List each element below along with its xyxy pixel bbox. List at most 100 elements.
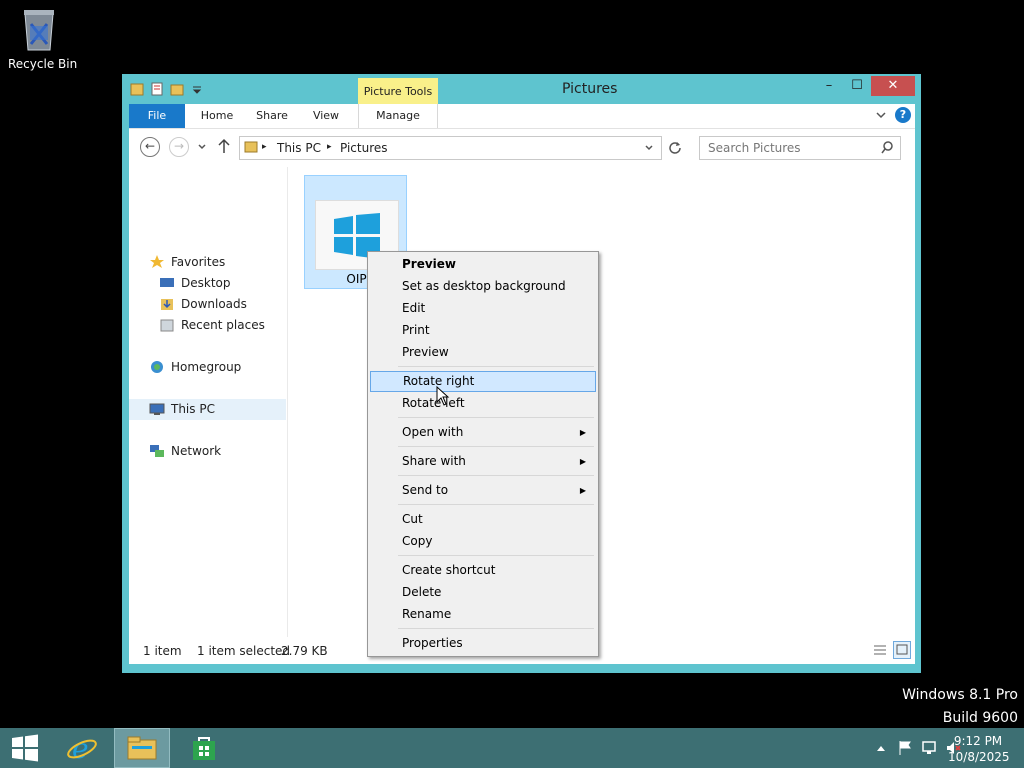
large-icons-view-icon[interactable] xyxy=(893,641,911,659)
menu-item-properties[interactable]: Properties xyxy=(370,633,596,654)
search-placeholder: Search Pictures xyxy=(708,141,801,155)
recent-places-icon xyxy=(160,319,174,332)
menu-item-rotate-right[interactable]: Rotate right xyxy=(370,371,596,392)
menu-item-set-desktop-background[interactable]: Set as desktop background xyxy=(370,276,596,297)
title-bar[interactable]: Picture Tools Pictures – ☐ ✕ xyxy=(122,74,921,106)
window-title: Pictures xyxy=(562,81,618,97)
homegroup-icon xyxy=(151,361,163,373)
tab-home[interactable]: Home xyxy=(193,104,241,128)
menu-item-open-with-label: Open with xyxy=(402,425,464,439)
taskbar-internet-explorer[interactable]: e xyxy=(54,728,110,768)
menu-item-cut[interactable]: Cut xyxy=(370,509,596,530)
star-icon xyxy=(150,255,164,268)
menu-item-preview[interactable]: Preview xyxy=(370,342,596,363)
network-icon xyxy=(150,445,164,457)
menu-item-print[interactable]: Print xyxy=(370,320,596,341)
search-input[interactable]: Search Pictures xyxy=(699,136,901,160)
nav-this-pc[interactable]: This PC xyxy=(149,399,215,419)
details-view-icon[interactable] xyxy=(871,641,889,659)
store-icon xyxy=(193,737,215,760)
item-count: 1 item xyxy=(143,644,182,658)
file-explorer-icon xyxy=(127,736,157,760)
menu-item-rotate-left[interactable]: Rotate left xyxy=(370,393,596,414)
computer-icon xyxy=(149,403,165,415)
menu-item-send-to[interactable]: Send to ▶ xyxy=(370,480,596,501)
pictures-folder-icon xyxy=(244,141,258,153)
qat-dropdown-icon[interactable] xyxy=(190,81,204,97)
taskbar-store[interactable] xyxy=(176,728,232,768)
clock-date: 10/8/2025 xyxy=(948,750,1010,764)
breadcrumb-separator: ▸ xyxy=(262,142,267,152)
menu-item-preview-default[interactable]: Preview xyxy=(370,254,596,275)
start-button[interactable] xyxy=(0,728,50,768)
breadcrumb-pictures[interactable]: Pictures xyxy=(340,141,388,155)
minimize-button[interactable]: – xyxy=(815,76,843,96)
help-icon[interactable]: ? xyxy=(895,107,911,123)
nav-favorites-label: Favorites xyxy=(171,255,226,269)
nav-homegroup-label: Homegroup xyxy=(171,360,242,374)
recent-locations-icon[interactable] xyxy=(197,143,207,151)
address-dropdown-icon[interactable] xyxy=(644,144,654,152)
selection-size: 2.79 KB xyxy=(281,644,328,658)
nav-homegroup[interactable]: Homegroup xyxy=(149,357,241,377)
folder-app-icon[interactable] xyxy=(130,81,144,97)
menu-separator xyxy=(398,628,594,629)
tab-file[interactable]: File xyxy=(129,104,185,128)
menu-item-send-to-label: Send to xyxy=(402,483,449,497)
clock-time: 9:12 PM xyxy=(953,734,1003,748)
menu-item-open-with[interactable]: Open with ▶ xyxy=(370,422,596,443)
tab-view[interactable]: View xyxy=(305,104,347,128)
menu-item-delete[interactable]: Delete xyxy=(370,582,596,603)
menu-separator xyxy=(398,417,594,418)
back-button[interactable]: ← xyxy=(140,137,160,157)
close-button[interactable]: ✕ xyxy=(871,76,915,96)
tab-manage[interactable]: Manage xyxy=(358,104,438,128)
taskbar: e 9:12 PM 10/8/2025 xyxy=(0,728,1024,768)
menu-separator xyxy=(398,366,594,367)
menu-item-edit[interactable]: Edit xyxy=(370,298,596,319)
recycle-bin-shortcut[interactable]: Recycle Bin xyxy=(8,6,78,71)
nav-desktop[interactable]: Desktop xyxy=(159,273,231,293)
new-folder-icon[interactable] xyxy=(170,81,184,97)
submenu-arrow-icon: ▶ xyxy=(579,457,586,466)
taskbar-file-explorer[interactable] xyxy=(114,728,170,768)
system-tray: 9:12 PM 10/8/2025 xyxy=(824,728,1024,768)
submenu-arrow-icon: ▶ xyxy=(579,486,586,495)
breadcrumb-separator: ▸ xyxy=(327,142,332,152)
nav-downloads[interactable]: Downloads xyxy=(159,294,247,314)
address-input[interactable]: ▸ This PC ▸ Pictures xyxy=(239,136,662,160)
picture-tools-tab-group: Picture Tools xyxy=(358,78,438,106)
recycle-bin-icon xyxy=(24,10,54,51)
action-center-flag-icon[interactable] xyxy=(898,740,912,756)
menu-separator xyxy=(398,475,594,476)
quick-access-toolbar xyxy=(130,81,204,97)
svg-text:e: e xyxy=(72,732,89,764)
context-menu: Preview Set as desktop background Edit P… xyxy=(367,251,599,657)
menu-item-create-shortcut[interactable]: Create shortcut xyxy=(370,560,596,581)
tab-share[interactable]: Share xyxy=(249,104,295,128)
menu-item-copy[interactable]: Copy xyxy=(370,531,596,552)
refresh-icon[interactable] xyxy=(668,140,682,154)
address-bar-row: ← → ▸ This PC ▸ Pictures Search Pictures xyxy=(129,128,915,167)
nav-network[interactable]: Network xyxy=(149,441,221,461)
selection-status: 1 item selected xyxy=(197,644,291,658)
windows-start-icon xyxy=(12,734,38,762)
show-hidden-icons-icon[interactable] xyxy=(876,744,886,752)
clock[interactable]: 9:12 PM 10/8/2025 xyxy=(948,733,1010,765)
nav-favorites[interactable]: Favorites xyxy=(149,252,225,272)
expand-ribbon-icon[interactable] xyxy=(875,110,887,120)
recycle-bin-label: Recycle Bin xyxy=(8,57,78,71)
forward-button[interactable]: → xyxy=(169,137,189,157)
up-arrow-icon[interactable] xyxy=(218,138,230,154)
menu-item-share-with[interactable]: Share with ▶ xyxy=(370,451,596,472)
submenu-arrow-icon: ▶ xyxy=(579,428,586,437)
network-status-icon[interactable] xyxy=(922,740,938,756)
menu-item-share-with-label: Share with xyxy=(402,454,466,468)
nav-recent-places[interactable]: Recent places xyxy=(159,315,265,335)
windows-build-watermark: Windows 8.1 Pro Build 9600 xyxy=(902,684,1018,730)
nav-recent-label: Recent places xyxy=(181,318,265,332)
breadcrumb-this-pc[interactable]: This PC xyxy=(277,141,321,155)
menu-item-rename[interactable]: Rename xyxy=(370,604,596,625)
maximize-button[interactable]: ☐ xyxy=(843,76,871,96)
properties-icon[interactable] xyxy=(150,81,164,97)
